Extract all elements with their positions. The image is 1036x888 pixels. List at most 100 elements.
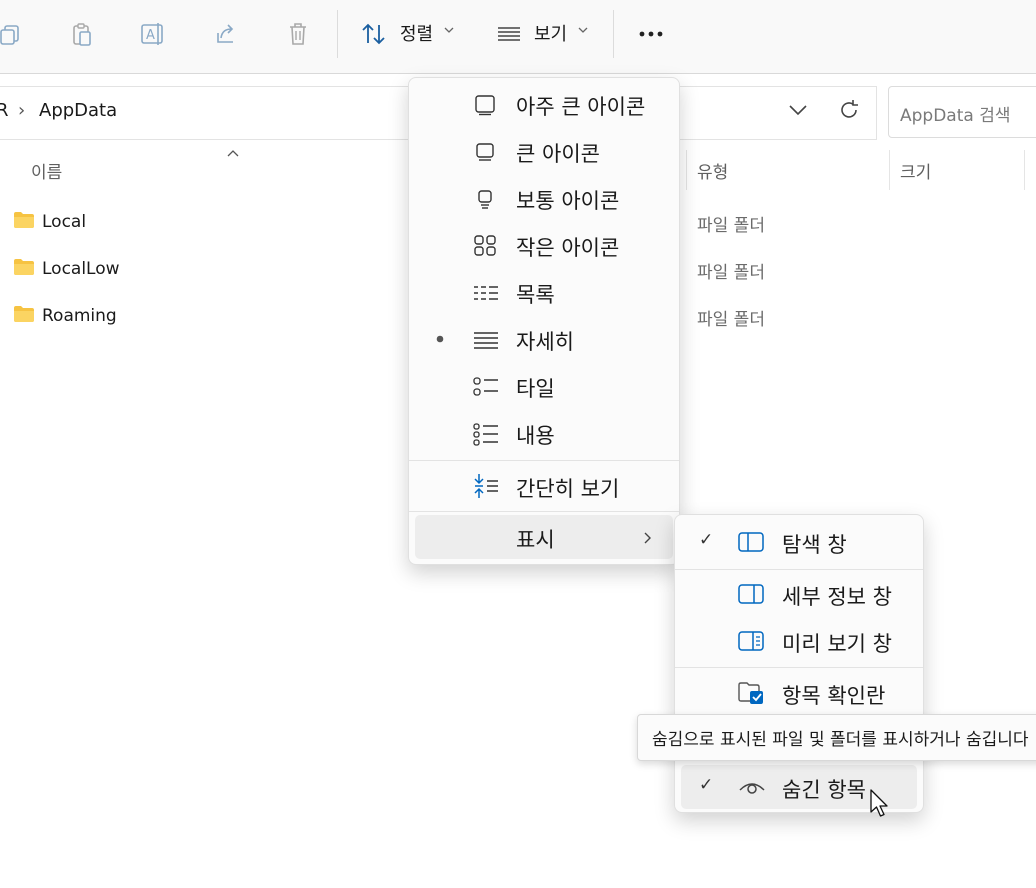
- breadcrumb-parent[interactable]: R: [0, 100, 9, 121]
- mouse-cursor-icon: [870, 789, 888, 817]
- menu-item-compact-view[interactable]: 간단히 보기: [409, 463, 679, 507]
- menu-item-label: 표시: [516, 528, 555, 552]
- preview-pane-icon: [738, 631, 764, 651]
- menu-item-extra-large-icons[interactable]: 아주 큰 아이콘: [409, 82, 679, 126]
- address-history-chevron-icon[interactable]: [788, 102, 808, 118]
- refresh-icon[interactable]: [837, 98, 861, 122]
- submenu-item-checkboxes[interactable]: 항목 확인란: [675, 671, 923, 715]
- submenu-item-preview-pane[interactable]: 미리 보기 창: [675, 619, 923, 663]
- large-icons-icon: [476, 143, 494, 161]
- breadcrumb-current[interactable]: AppData: [39, 100, 117, 121]
- sort-chevron-down-icon: [444, 27, 454, 33]
- submenu-item-label: 세부 정보 창: [782, 585, 892, 609]
- menu-item-label: 간단히 보기: [516, 477, 620, 501]
- menu-item-label: 보통 아이콘: [516, 189, 620, 213]
- svg-text:A: A: [146, 28, 155, 43]
- paste-icon: [73, 23, 91, 46]
- chevron-right-icon: [644, 532, 651, 544]
- menu-item-list[interactable]: 목록: [409, 270, 679, 314]
- rename-button[interactable]: A: [135, 16, 171, 52]
- breadcrumb-separator-icon: ›: [18, 100, 26, 121]
- extra-large-icons-icon: [475, 95, 495, 116]
- file-name: Roaming: [42, 306, 117, 326]
- menu-divider: [675, 667, 923, 668]
- column-header-name[interactable]: 이름: [31, 158, 62, 183]
- submenu-item-label: 탐색 창: [782, 533, 847, 557]
- submenu-item-navigation-pane[interactable]: ✓ 탐색 창: [675, 520, 923, 564]
- sort-label: 정렬: [400, 24, 434, 45]
- rename-icon: A: [141, 23, 163, 45]
- search-placeholder: AppData 검색: [900, 106, 1011, 126]
- more-options-button[interactable]: [633, 16, 669, 52]
- show-submenu: ✓ 탐색 창 세부 정보 창 미리 보기 창 항목 확인란 ✓ 숨긴 항목: [674, 514, 924, 813]
- file-name: Local: [42, 212, 87, 232]
- share-icon: [217, 24, 234, 43]
- copy-icon: [0, 25, 19, 45]
- list-icon: [474, 286, 498, 300]
- menu-item-label: 작은 아이콘: [516, 236, 620, 260]
- file-row[interactable]: LocalLow: [0, 250, 400, 290]
- menu-item-label: 내용: [516, 424, 555, 448]
- submenu-item-details-pane[interactable]: 세부 정보 창: [675, 572, 923, 616]
- file-row[interactable]: Roaming: [0, 297, 400, 337]
- menu-item-show[interactable]: 표시: [415, 515, 673, 559]
- menu-divider: [675, 569, 923, 570]
- view-menu: 아주 큰 아이콘 큰 아이콘 보통 아이콘 작은 아이콘 목록 자세히 타일 내…: [408, 77, 680, 565]
- menu-divider: [409, 511, 679, 512]
- column-divider[interactable]: [686, 150, 687, 190]
- search-box[interactable]: AppData 검색: [888, 86, 1036, 138]
- menu-item-label: 자세히: [516, 330, 574, 354]
- view-lines-icon: [498, 27, 520, 41]
- sort-ascending-chevron-icon: [227, 150, 239, 157]
- column-divider[interactable]: [1024, 150, 1025, 190]
- sort-icon: [362, 23, 385, 45]
- folder-icon: [14, 259, 34, 275]
- paste-button[interactable]: [64, 16, 100, 52]
- file-type: 파일 폴더: [697, 310, 765, 330]
- submenu-item-label: 미리 보기 창: [782, 632, 892, 656]
- menu-item-label: 목록: [516, 283, 555, 307]
- toolbar-divider: [337, 10, 338, 58]
- menu-item-label: 아주 큰 아이콘: [516, 95, 646, 119]
- submenu-item-label: 숨긴 항목: [782, 778, 866, 802]
- check-icon: ✓: [699, 775, 714, 795]
- view-label: 보기: [534, 24, 568, 45]
- menu-item-medium-icons[interactable]: 보통 아이콘: [409, 176, 679, 220]
- column-divider[interactable]: [889, 150, 890, 190]
- copy-button[interactable]: [0, 16, 28, 52]
- navigation-pane-icon: [738, 532, 764, 552]
- folder-icon: [14, 306, 34, 322]
- share-button[interactable]: [208, 16, 244, 52]
- details-pane-icon: [738, 584, 764, 604]
- menu-item-details[interactable]: 자세히: [409, 317, 679, 361]
- tooltip: 숨김으로 표시된 파일 및 폴더를 표시하거나 숨깁니다: [637, 714, 1036, 761]
- toolbar-divider: [613, 10, 614, 58]
- small-icons-icon: [474, 235, 496, 256]
- menu-item-tiles[interactable]: 타일: [409, 364, 679, 408]
- view-chevron-down-icon: [578, 27, 588, 33]
- tiles-icon: [473, 377, 498, 396]
- menu-divider: [409, 460, 679, 461]
- menu-item-label: 큰 아이콘: [516, 142, 600, 166]
- compact-view-icon: [474, 474, 498, 498]
- menu-item-content[interactable]: 내용: [409, 411, 679, 455]
- medium-icons-icon: [478, 190, 492, 209]
- file-type: 파일 폴더: [697, 263, 765, 283]
- column-header-type[interactable]: 유형: [697, 158, 728, 183]
- trash-icon: [290, 23, 306, 45]
- menu-item-large-icons[interactable]: 큰 아이콘: [409, 129, 679, 173]
- tooltip-text: 숨김으로 표시된 파일 및 폴더를 표시하거나 숨깁니다: [652, 730, 1029, 750]
- column-header-size[interactable]: 크기: [900, 158, 931, 183]
- check-icon: ✓: [699, 530, 714, 550]
- item-checkbox-icon: [738, 682, 763, 704]
- sort-button[interactable]: [356, 16, 392, 52]
- menu-item-small-icons[interactable]: 작은 아이콘: [409, 223, 679, 267]
- command-bar: A 정렬 보기: [0, 0, 1036, 74]
- file-row[interactable]: Local: [0, 203, 400, 243]
- menu-item-label: 타일: [516, 377, 555, 401]
- delete-button[interactable]: [280, 16, 316, 52]
- submenu-item-label: 항목 확인란: [782, 684, 886, 708]
- eye-icon: [739, 783, 765, 794]
- view-button[interactable]: [491, 16, 527, 52]
- more-icon: [639, 31, 663, 37]
